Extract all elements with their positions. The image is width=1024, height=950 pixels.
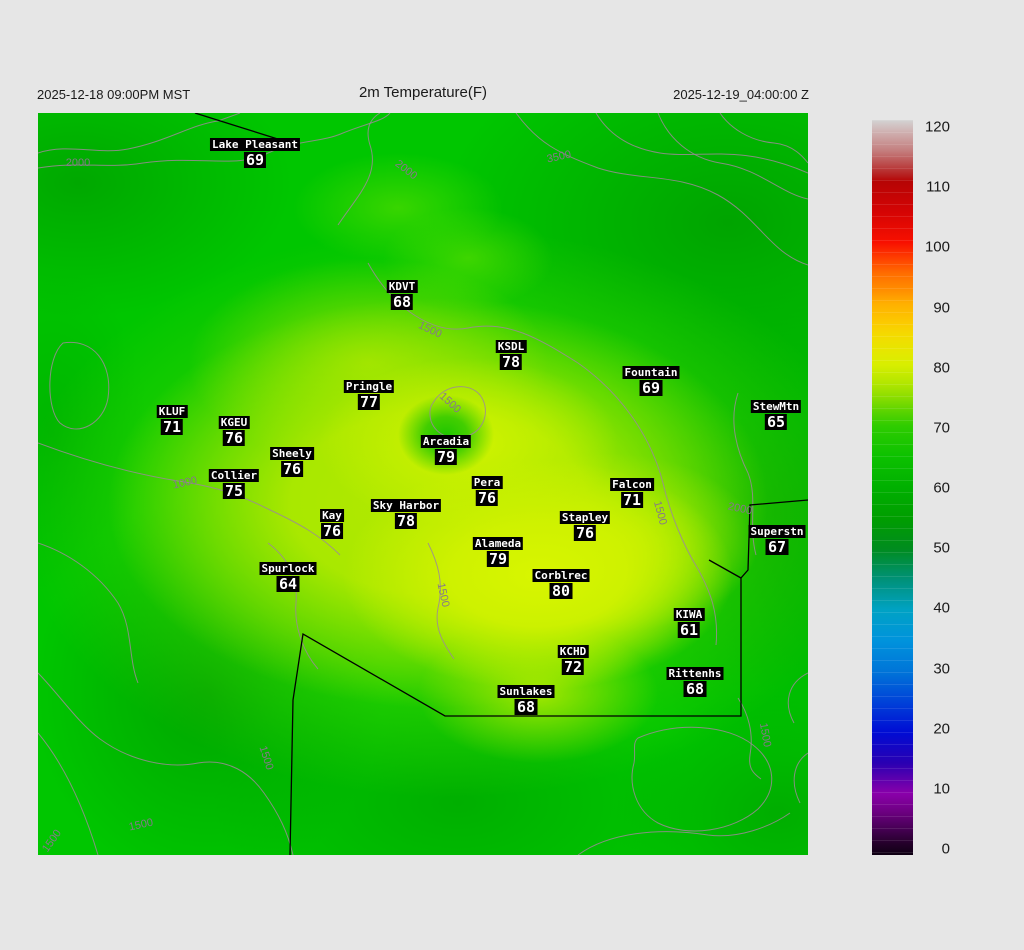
station-pera: Pera 76 xyxy=(471,476,503,507)
station-temp-value: 68 xyxy=(683,680,707,698)
station-temp-value: 76 xyxy=(280,460,304,478)
colorbar-tick-label: 30 xyxy=(933,660,950,678)
station-name-label: Kay xyxy=(320,509,344,522)
station-name-label: Fountain xyxy=(622,366,680,379)
station-name-label: KDVT xyxy=(386,280,418,293)
station-temp-value: 69 xyxy=(639,379,663,397)
station-temp-value: 72 xyxy=(561,658,585,676)
station-temp-value: 79 xyxy=(486,550,510,568)
station-lake-pleasant: Lake Pleasant 69 xyxy=(209,138,301,169)
station-name-label: Stapley xyxy=(559,511,611,524)
station-temp-value: 68 xyxy=(390,293,414,311)
station-name-label: KCHD xyxy=(557,645,589,658)
station-ksdl: KSDL 78 xyxy=(495,340,527,371)
station-temp-value: 64 xyxy=(276,575,300,593)
station-kiwa: KIWA 61 xyxy=(673,608,705,639)
station-name-label: Collier xyxy=(208,469,260,482)
station-temp-value: 80 xyxy=(549,582,573,600)
station-sky-harbor: Sky Harbor 78 xyxy=(370,499,442,530)
station-arcadia: Arcadia 79 xyxy=(420,435,472,466)
station-temp-value: 78 xyxy=(499,353,523,371)
station-temp-value: 69 xyxy=(243,151,267,169)
station-name-label: KGEU xyxy=(218,416,250,429)
station-kgeu: KGEU 76 xyxy=(218,416,250,447)
station-temp-value: 76 xyxy=(222,429,246,447)
station-temp-value: 67 xyxy=(765,538,789,556)
station-name-label: Pringle xyxy=(343,380,395,393)
station-temp-value: 75 xyxy=(222,482,246,500)
station-kdvt: KDVT 68 xyxy=(386,280,418,311)
station-temp-value: 68 xyxy=(514,698,538,716)
station-temp-value: 71 xyxy=(160,418,184,436)
temperature-map: 2000 2000 3500 1500 1500 1000 1500 2000 1500 1500… xyxy=(38,113,808,855)
station-kay: Kay 76 xyxy=(320,509,344,539)
station-temp-value: 61 xyxy=(677,621,701,639)
contour-lines-layer xyxy=(38,113,808,855)
station-stewmtn: StewMtn 65 xyxy=(750,400,802,431)
station-name-label: Rittenhs xyxy=(666,667,724,680)
station-name-label: StewMtn xyxy=(750,400,802,413)
station-temp-value: 79 xyxy=(434,448,458,466)
station-name-label: Sunlakes xyxy=(497,685,555,698)
station-temp-value: 76 xyxy=(475,489,499,507)
colorbar-tick-label: 110 xyxy=(926,178,950,196)
station-name-label: Sheely xyxy=(270,447,314,460)
station-name-label: Falcon xyxy=(610,478,654,491)
valid-time-utc: 2025-12-19_04:00:00 Z xyxy=(673,87,809,102)
station-name-label: Lake Pleasant xyxy=(209,138,301,151)
station-temp-value: 71 xyxy=(620,491,644,509)
station-stapley: Stapley 76 xyxy=(559,511,611,542)
station-temp-value: 65 xyxy=(764,413,788,431)
station-superstn: Superstn 67 xyxy=(748,525,806,556)
contour-elevation-label: 2000 xyxy=(65,157,91,169)
colorbar-tick-label: 10 xyxy=(933,780,950,798)
station-corblrec: Corblrec 80 xyxy=(532,569,590,600)
colorbar-ticks: 120 110 100 90 80 70 60 50 40 30 20 10 0 xyxy=(898,118,950,858)
station-rittenhs: Rittenhs 68 xyxy=(666,667,724,698)
station-temp-value: 77 xyxy=(357,393,381,411)
station-name-label: Corblrec xyxy=(532,569,590,582)
station-sunlakes: Sunlakes 68 xyxy=(497,685,555,716)
station-temp-value: 76 xyxy=(573,524,597,542)
station-kchd: KCHD 72 xyxy=(557,645,589,676)
colorbar-tick-label: 100 xyxy=(924,238,950,256)
colorbar-tick-label: 0 xyxy=(941,840,950,858)
station-name-label: Sky Harbor xyxy=(370,499,442,512)
station-alameda: Alameda 79 xyxy=(472,537,524,568)
station-pringle: Pringle 77 xyxy=(343,380,395,411)
colorbar-tick-label: 60 xyxy=(933,479,950,497)
colorbar-tick-label: 20 xyxy=(933,720,950,738)
station-temp-value: 76 xyxy=(320,522,344,540)
colorbar-tick-label: 80 xyxy=(933,359,950,377)
station-kluf: KLUF 71 xyxy=(156,405,188,436)
station-name-label: KSDL xyxy=(495,340,527,353)
station-fountain: Fountain 69 xyxy=(622,366,680,397)
colorbar-tick-label: 70 xyxy=(933,419,950,437)
station-name-label: KLUF xyxy=(156,405,188,418)
colorbar-tick-label: 120 xyxy=(924,118,950,136)
colorbar-tick-label: 50 xyxy=(933,539,950,557)
station-name-label: Superstn xyxy=(748,525,806,538)
station-falcon: Falcon 71 xyxy=(610,478,654,508)
station-sheely: Sheely 76 xyxy=(270,447,314,477)
station-name-label: Arcadia xyxy=(420,435,472,448)
station-name-label: Alameda xyxy=(472,537,524,550)
colorbar-tick-label: 90 xyxy=(933,299,950,316)
station-name-label: Pera xyxy=(471,476,503,489)
station-name-label: KIWA xyxy=(673,608,705,621)
colorbar-tick-label: 40 xyxy=(933,599,950,617)
station-temp-value: 78 xyxy=(394,512,418,530)
station-collier: Collier 75 xyxy=(208,469,260,500)
station-name-label: Spurlock xyxy=(259,562,317,575)
station-spurlock: Spurlock 64 xyxy=(259,562,317,593)
